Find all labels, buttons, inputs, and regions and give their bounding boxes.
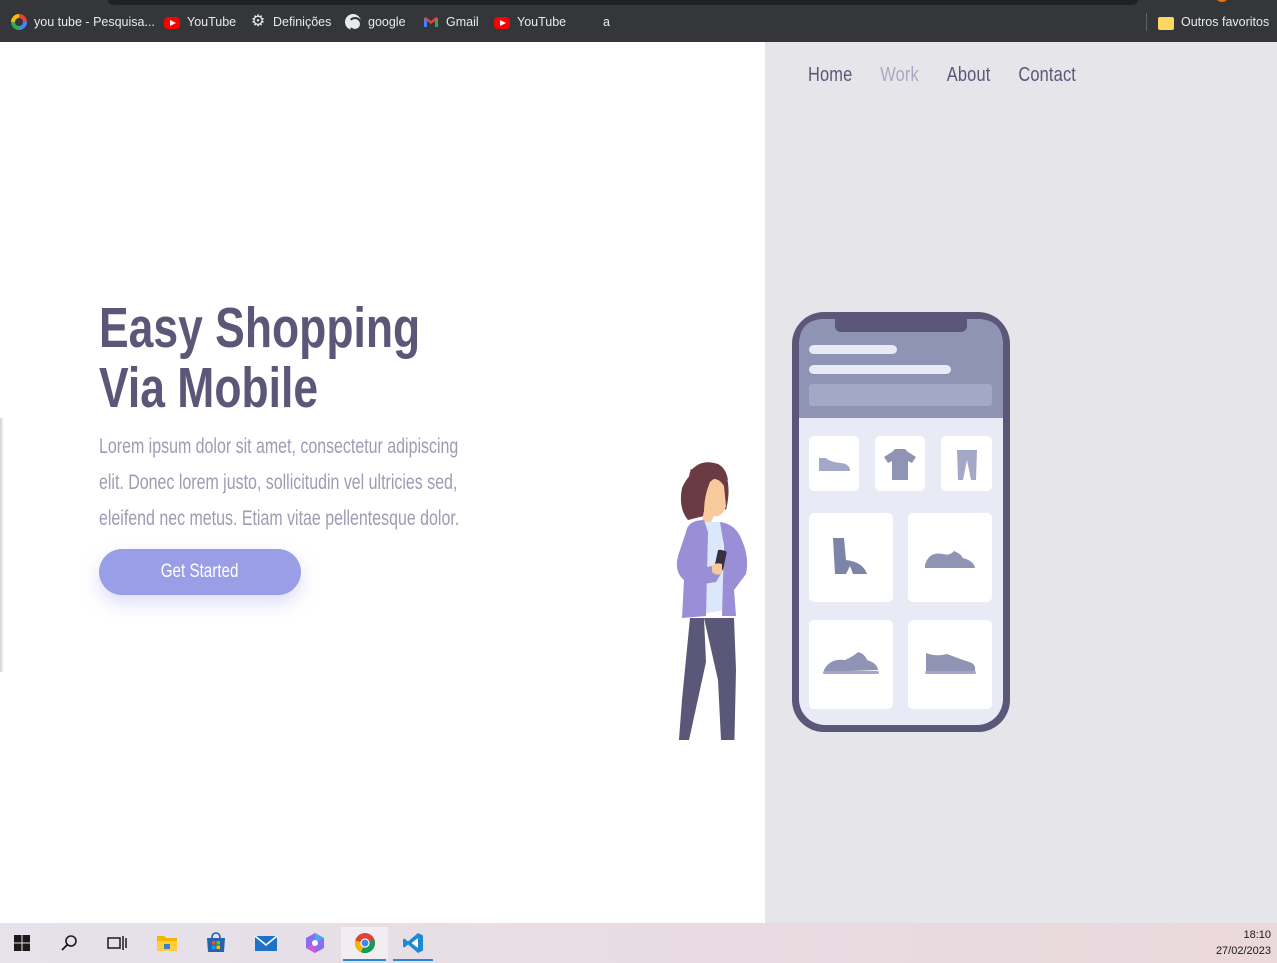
hero-title: Easy Shopping Via Mobile	[99, 298, 420, 418]
bookmark-gmail[interactable]: Gmail	[423, 13, 479, 31]
other-bookmarks-folder[interactable]: Outros favoritos	[1158, 13, 1269, 31]
clock-date: 27/02/2023	[1215, 945, 1271, 957]
bookmark-youtube[interactable]: YouTube	[164, 13, 236, 31]
vscode-icon	[403, 933, 423, 953]
bookmark-label: Definições	[273, 15, 332, 29]
phone-mockup-illustration	[792, 312, 1010, 732]
folder-icon	[1158, 16, 1174, 30]
landing-page: Home Work About Contact Easy Shopping Vi…	[0, 42, 1277, 923]
bookmark-label: a	[603, 15, 610, 29]
bookmarks-bar: you tube - Pesquisa... YouTube ⚙ Definiç…	[0, 0, 1277, 42]
search-icon	[61, 935, 77, 951]
bookmark-label: Gmail	[446, 15, 479, 29]
bookmarks-separator	[1146, 13, 1147, 31]
file-explorer-button[interactable]	[145, 927, 189, 959]
bookmark-google[interactable]: google	[345, 13, 406, 31]
hero-title-line-2: Via Mobile	[99, 356, 319, 420]
nav-home[interactable]: Home	[808, 64, 852, 87]
profile-avatar-icon[interactable]	[1215, 0, 1229, 2]
chrome-taskbar-button[interactable]	[341, 927, 388, 961]
globe-icon	[345, 14, 362, 31]
nav-contact[interactable]: Contact	[1018, 64, 1076, 87]
address-bar-edge	[108, 0, 1138, 5]
youtube-icon	[164, 17, 180, 29]
hero-text-line-1: Lorem ipsum dolor sit amet, consectetur …	[99, 435, 459, 458]
bookmark-settings[interactable]: ⚙ Definições	[250, 13, 332, 31]
google-icon	[11, 14, 27, 30]
windows-taskbar: 18:10 27/02/2023	[0, 923, 1277, 963]
start-icon	[14, 935, 30, 951]
bookmark-google-search[interactable]: you tube - Pesquisa...	[11, 13, 155, 31]
gmail-icon	[423, 14, 439, 30]
bookmark-youtube-2[interactable]: YouTube	[494, 13, 566, 31]
hero-title-line-1: Easy Shopping	[99, 296, 421, 360]
bookmark-label: you tube - Pesquisa...	[34, 15, 155, 29]
task-view-icon	[107, 936, 127, 950]
copilot-icon	[306, 933, 324, 953]
bookmark-a[interactable]: a	[580, 13, 610, 31]
system-clock[interactable]: 18:10 27/02/2023	[1216, 927, 1271, 959]
vscode-taskbar-button[interactable]	[391, 927, 435, 961]
shopping-illustration	[676, 312, 1010, 740]
microsoft-store-icon	[207, 932, 225, 952]
main-nav: Home Work About Contact	[808, 64, 1076, 87]
copilot-button[interactable]	[293, 927, 337, 959]
youtube-icon	[494, 17, 510, 29]
hero-description: Lorem ipsum dolor sit amet, consectetur …	[99, 429, 494, 537]
microsoft-store-button[interactable]	[194, 927, 238, 959]
hero-text-line-3: eleifend nec metus. Etiam vitae pellente…	[99, 507, 460, 530]
search-button[interactable]	[47, 927, 91, 959]
bookmark-label: YouTube	[517, 15, 567, 29]
chrome-icon	[354, 933, 375, 954]
file-explorer-icon	[157, 936, 177, 951]
hero-text-line-2: elit. Donec lorem justo, sollicitudin ve…	[99, 471, 458, 494]
bookmark-label: YouTube	[187, 15, 237, 29]
woman-with-phone-illustration	[676, 462, 748, 740]
mail-button[interactable]	[244, 927, 288, 959]
nav-work[interactable]: Work	[880, 64, 919, 87]
bookmark-label: Outros favoritos	[1181, 15, 1270, 29]
bookmark-label: google	[368, 15, 406, 29]
clock-time: 18:10	[1243, 929, 1271, 941]
edge-shadow	[0, 418, 4, 672]
gear-icon: ⚙	[250, 13, 266, 30]
microsoft-icon	[580, 14, 596, 30]
task-view-button[interactable]	[95, 927, 139, 959]
get-started-button[interactable]: Get Started	[99, 549, 301, 595]
start-button[interactable]	[0, 927, 44, 959]
nav-about[interactable]: About	[947, 64, 991, 87]
get-started-label: Get Started	[161, 561, 239, 582]
mail-icon	[254, 935, 278, 951]
